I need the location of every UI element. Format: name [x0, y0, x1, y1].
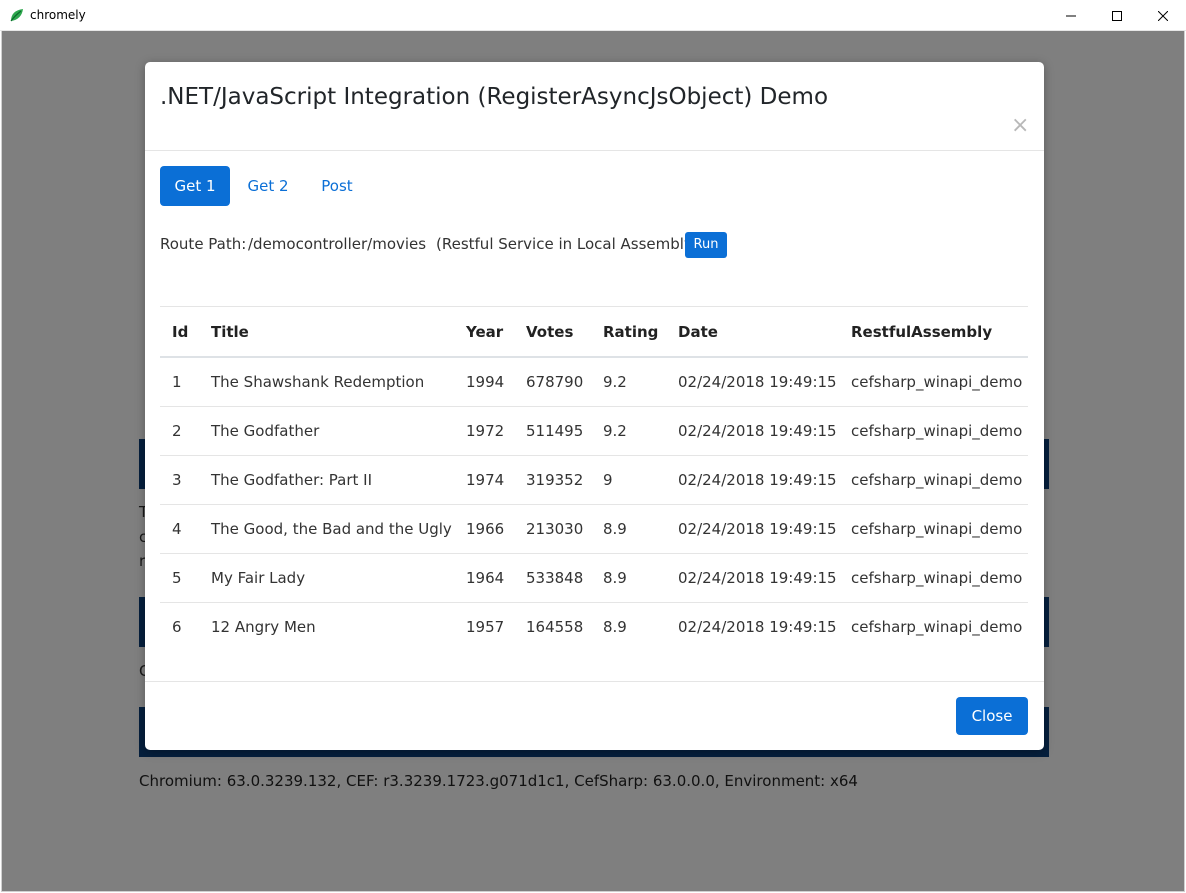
modal-header: .NET/JavaScript Integration (RegisterAsy…	[145, 62, 1044, 151]
cell-date: 02/24/2018 19:49:15	[666, 504, 839, 554]
column-header-year: Year	[454, 306, 514, 358]
cell-restful-assembly: cefsharp_winapi_demo	[839, 504, 1028, 554]
cell-votes: 678790	[514, 357, 591, 407]
column-header-date: Date	[666, 306, 839, 358]
minimize-button[interactable]	[1048, 0, 1094, 31]
cell-title: The Good, the Bad and the Ugly	[199, 504, 454, 554]
maximize-button[interactable]	[1094, 0, 1140, 31]
cell-id: 5	[160, 553, 199, 603]
window-titlebar: chromely	[0, 0, 1186, 31]
cell-year: 1972	[454, 406, 514, 456]
cell-rating: 8.9	[591, 553, 666, 603]
cell-votes: 164558	[526, 618, 584, 636]
column-header-title: Title	[199, 306, 454, 358]
cell-restful-assembly: cefsharp_winapi_demo	[839, 357, 1028, 407]
cell-restful-assembly: cefsharp_winapi_demo	[839, 553, 1028, 603]
cell-id: 6	[172, 618, 182, 636]
cell-rating: 8.9	[591, 504, 666, 554]
cell-restful-assembly: cefsharp_winapi_demo	[839, 455, 1028, 505]
cell-date: 02/24/2018 19:49:15	[666, 553, 839, 603]
cell-date: 02/24/2018 19:49:15	[666, 406, 839, 456]
cell-restful-assembly: cefsharp_winapi_demo	[851, 618, 1023, 636]
table-row: 1 The Shawshank Redemption 1994 678790 9…	[160, 357, 1028, 407]
cell-title: The Shawshank Redemption	[199, 357, 454, 407]
cell-year: 1964	[454, 553, 514, 603]
table-row: 6 12 Angry Men 1957 164558 8.9 02/24/201…	[160, 603, 1028, 652]
cell-id: 1	[160, 357, 199, 407]
modal-footer: Close	[145, 681, 1044, 750]
tab-get-1[interactable]: Get 1	[160, 166, 230, 206]
modal-title: .NET/JavaScript Integration (RegisterAsy…	[160, 84, 829, 110]
cell-date: 02/24/2018 19:49:15	[666, 455, 839, 505]
cell-votes: 213030	[514, 504, 591, 554]
cell-year: 1957	[466, 618, 505, 636]
cell-rating: 9.2	[591, 406, 666, 456]
cell-year: 1974	[454, 455, 514, 505]
demo-modal: .NET/JavaScript Integration (RegisterAsy…	[145, 62, 1044, 750]
column-header-restful-assembly: RestfulAssembly	[839, 306, 1028, 358]
chromely-leaf-icon	[9, 7, 25, 23]
cell-restful-assembly: cefsharp_winapi_demo	[839, 406, 1028, 456]
maximize-icon	[1112, 10, 1122, 21]
cell-id: 2	[160, 406, 199, 456]
minimize-icon	[1066, 15, 1076, 16]
close-button[interactable]: Close	[956, 697, 1028, 735]
browser-content: T c r C Chromium: 63.0.3239.132, CEF: r3…	[1, 31, 1185, 892]
cell-date: 02/24/2018 19:49:15	[678, 618, 837, 636]
table-row: 2 The Godfather 1972 511495 9.2 02/24/20…	[160, 406, 1028, 456]
modal-close-icon[interactable]: ×	[1011, 115, 1029, 137]
run-button[interactable]: Run	[685, 232, 727, 258]
cell-votes: 533848	[514, 553, 591, 603]
column-header-rating: Rating	[591, 306, 666, 358]
window-close-button[interactable]	[1140, 0, 1186, 31]
cell-title: The Godfather	[199, 406, 454, 456]
window-title: chromely	[30, 8, 86, 22]
cell-title: 12 Angry Men	[211, 618, 316, 636]
table-row: 3 The Godfather: Part II 1974 319352 9 0…	[160, 455, 1028, 505]
column-header-votes: Votes	[514, 306, 591, 358]
cell-title: The Godfather: Part II	[199, 455, 454, 505]
route-label: Route Path:	[160, 235, 247, 253]
cell-votes: 319352	[514, 455, 591, 505]
cell-title: My Fair Lady	[199, 553, 454, 603]
route-description: (Restful Service in Local Assembly)	[436, 235, 699, 253]
route-path: /democontroller/movies	[248, 235, 427, 253]
cell-votes: 511495	[514, 406, 591, 456]
cell-id: 3	[160, 455, 199, 505]
tab-get-2[interactable]: Get 2	[234, 166, 302, 206]
tab-post[interactable]: Post	[306, 166, 368, 206]
table-header-row: Id Title Year Votes Rating Date RestfulA…	[160, 306, 1028, 358]
close-icon	[1158, 10, 1168, 21]
cell-year: 1994	[454, 357, 514, 407]
cell-rating: 9.2	[591, 357, 666, 407]
table-row: 4 The Good, the Bad and the Ugly 1966 21…	[160, 504, 1028, 554]
table-row: 5 My Fair Lady 1964 533848 8.9 02/24/201…	[160, 553, 1028, 603]
column-header-id: Id	[160, 306, 199, 358]
movies-table: Id Title Year Votes Rating Date RestfulA…	[160, 306, 1028, 651]
cell-year: 1966	[454, 504, 514, 554]
cell-date: 02/24/2018 19:49:15	[666, 357, 839, 407]
cell-rating: 9	[591, 455, 666, 505]
cell-rating: 8.9	[603, 618, 627, 636]
cell-id: 4	[160, 504, 199, 554]
